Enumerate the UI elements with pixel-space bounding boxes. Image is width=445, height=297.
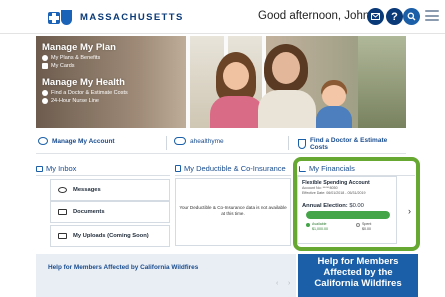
nurse-line-link[interactable]: 24-Hour Nurse Line xyxy=(42,98,128,104)
hero-door xyxy=(358,36,406,128)
stethoscope-icon xyxy=(298,139,306,149)
card-icon xyxy=(42,63,48,69)
plans-benefits-link[interactable]: My Plans & Benefits xyxy=(42,55,128,61)
shield-icon xyxy=(42,55,48,61)
help-glyph: ? xyxy=(391,10,398,23)
mail-icon[interactable] xyxy=(367,8,384,25)
manage-health-heading[interactable]: Manage My Health xyxy=(42,77,128,88)
spent-dot-icon xyxy=(356,222,360,227)
fsa-progress-bar xyxy=(306,211,390,219)
pager-prev-icon[interactable]: ‹ xyxy=(276,280,278,287)
inbox-item-messages[interactable]: Messages › xyxy=(50,179,212,201)
divider xyxy=(36,175,170,176)
ahealthyme-link[interactable]: ahealthyme xyxy=(174,137,224,145)
mail-icon xyxy=(36,165,43,172)
chevron-right-icon[interactable]: › xyxy=(408,206,411,216)
hero-menu: Manage My Plan My Plans & Benefits My Ca… xyxy=(42,42,128,106)
divider xyxy=(166,136,167,150)
hero-boy-image xyxy=(316,80,352,128)
find-doctor-quick-link[interactable]: Find a Doctor & Estimate Costs xyxy=(298,137,406,151)
hero-woman-image xyxy=(256,42,316,128)
greeting: Good afternoon, John! xyxy=(258,10,373,22)
ahealthyme-logo-icon xyxy=(174,137,186,145)
manage-plan-heading[interactable]: Manage My Plan xyxy=(42,42,128,53)
available-dot-icon xyxy=(306,222,310,227)
financials-title: My Financials xyxy=(299,164,355,173)
message-icon xyxy=(58,187,67,193)
hero-banner: Manage My Plan My Plans & Benefits My Ca… xyxy=(36,36,406,128)
people-icon xyxy=(38,137,48,145)
inbox-title: My Inbox xyxy=(36,164,76,173)
fsa-effective-date: Effective Date: 06/01/2018 - 05/31/2019 xyxy=(302,191,366,195)
logo-text: MASSACHUSETTS xyxy=(80,11,184,23)
quick-links: Manage My Account ahealthyme Find a Doct… xyxy=(36,132,406,154)
fsa-annual-election: Annual Election: $0.00 xyxy=(302,203,364,209)
fsa-available: Available $1,000.00 xyxy=(306,222,328,231)
stethoscope-icon xyxy=(42,90,48,96)
top-header: MASSACHUSETTS Good afternoon, John! ? xyxy=(0,0,445,34)
pager-next-icon[interactable]: › xyxy=(288,280,290,287)
upload-icon xyxy=(58,233,67,239)
fsa-spent: Spent $0.00 xyxy=(356,222,371,231)
inbox-item-documents[interactable]: Documents › xyxy=(50,201,212,223)
wildfire-banner[interactable]: Help for Members Affected by the Califor… xyxy=(298,254,418,297)
deductible-message: Your Deductible & Co-Insurance data is n… xyxy=(179,205,287,217)
fsa-progress-fill xyxy=(306,211,390,219)
bcbs-logo-icon xyxy=(48,9,74,25)
manage-account-link[interactable]: Manage My Account xyxy=(38,137,115,145)
divider xyxy=(175,175,291,176)
alert-strip xyxy=(36,254,296,297)
folder-icon xyxy=(58,209,67,215)
my-cards-link[interactable]: My Cards xyxy=(42,63,128,69)
menu-icon[interactable] xyxy=(425,10,439,21)
fsa-account-number: Account No: *****8050 xyxy=(302,186,338,190)
page: MASSACHUSETTS Good afternoon, John! ? Ma… xyxy=(0,0,445,297)
phone-icon xyxy=(42,98,48,104)
search-icon[interactable] xyxy=(403,8,420,25)
logo[interactable]: MASSACHUSETTS xyxy=(48,8,184,26)
clipboard-icon xyxy=(175,165,181,172)
help-icon[interactable]: ? xyxy=(386,8,403,25)
chart-icon xyxy=(299,165,306,172)
find-doctor-link[interactable]: Find a Doctor & Estimate Costs xyxy=(42,90,128,96)
divider xyxy=(288,136,289,150)
wildfire-alert-link[interactable]: Help for Members Affected by California … xyxy=(48,264,198,271)
deductible-title: My Deductible & Co-Insurance xyxy=(175,164,286,173)
inbox-item-uploads[interactable]: My Uploads (Coming Soon) xyxy=(50,225,170,247)
